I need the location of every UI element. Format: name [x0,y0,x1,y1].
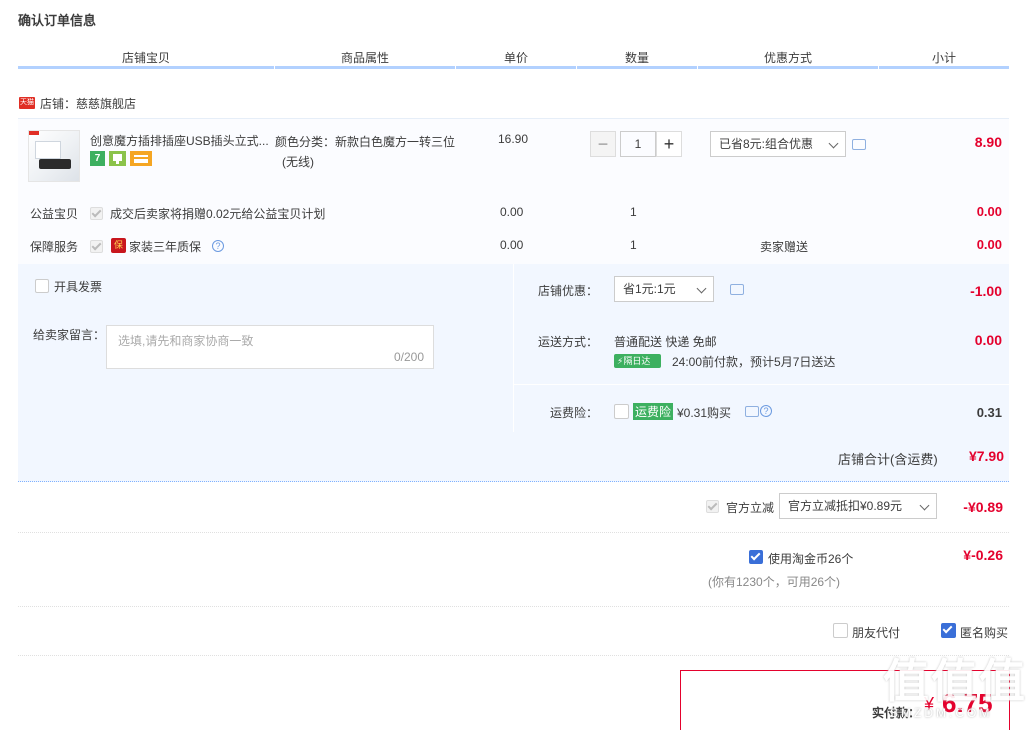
charity-checkbox [90,207,103,220]
shop-discount-value: 省1元:1元 [623,282,676,296]
shop-total-amount: ¥7.90 [968,448,1004,464]
header-sep [274,66,275,69]
charity-price: 0.00 [500,205,524,219]
item-title-link[interactable]: 创意魔方插排插座USB插头立式... [90,132,270,149]
official-discount-value: 官方立减抵扣¥0.89元 [788,499,903,513]
official-discount-label: 官方立减 [726,501,775,515]
warranty-checkbox [90,240,103,253]
charity-qty: 1 [630,205,637,219]
header-sep [455,66,456,69]
coins-checkbox[interactable] [749,550,763,564]
chevron-down-icon [828,138,839,149]
insurance-name: 运费险 [633,403,674,420]
header-attributes: 商品属性 [340,51,389,65]
coins-amount: ¥-0.26 [963,547,1003,563]
chevron-down-icon [696,283,707,294]
insurance-checkbox[interactable] [614,404,629,419]
official-discount-checkbox [706,500,719,513]
divider [514,384,1009,385]
charity-text: 成交后卖家将捐赠0.02元给公益宝贝计划 [110,207,326,221]
next-day-tag: ⚡隔日达 [614,354,661,368]
chat-icon[interactable] [852,139,866,150]
message-label: 给卖家留言： [33,328,106,342]
help-icon[interactable]: ? [760,405,772,417]
divider [18,655,1009,656]
message-counter: 0/200 [393,350,424,364]
official-discount-amount: -¥0.89 [963,499,1003,515]
divider [18,532,1009,533]
warranty-qty: 1 [630,238,637,252]
message-placeholder: 选填,请先和商家协商一致 [118,334,254,348]
insurance-price: ¥0.31购买 [677,406,732,420]
warranty-text: 家装三年质保 [129,240,202,254]
header-discount: 优惠方式 [763,51,812,65]
invoice-label: 开具发票 [54,280,103,294]
qty-decrease-button[interactable]: − [590,131,616,157]
friend-pay-checkbox[interactable] [833,623,848,638]
credit-card-icon [130,151,152,166]
anonymous-label: 匿名购买 [960,626,1009,640]
item-unit-price: 16.90 [498,132,529,146]
anonymous-checkbox[interactable] [941,623,956,638]
next-day-tag-text: 隔日达 [623,356,651,366]
header-sep [576,66,577,69]
help-icon[interactable]: ? [212,240,224,252]
attr-line: (无线) [282,155,314,169]
product-thumbnail[interactable] [28,130,80,182]
warranty-method: 卖家赠送 [760,240,809,254]
friend-pay-label: 朋友代付 [852,626,901,640]
header-unit-price: 单价 [503,51,528,65]
shipping-eta: 24:00前付款，预计5月7日送达 [672,355,836,369]
item-discount-select[interactable]: 已省8元:组合优惠 [710,131,846,157]
message-textarea[interactable]: 选填,请先和商家协商一致 0/200 [106,325,434,369]
shipping-method: 普通配送 快递 免邮 [614,335,717,349]
header-quantity: 数量 [624,51,649,65]
charity-subtotal: 0.00 [976,204,1002,219]
invoice-checkbox[interactable] [35,279,49,293]
tmall-icon: 天猫 [19,97,35,109]
shop-total-label: 店铺合计(含运费) [838,452,938,467]
insurance-label: 运费险： [550,406,599,420]
watermark-url: SMZDM.COM [890,706,993,720]
official-discount-select[interactable]: 官方立减抵扣¥0.89元 [779,493,937,519]
shop-discount-label: 店铺优惠： [538,284,599,298]
header-sep [697,66,698,69]
item-subtotal: 8.90 [974,134,1002,150]
cart-service-icon [109,151,126,166]
warranty-shield-icon: 保 [111,238,126,253]
qty-input[interactable]: 1 [620,131,656,157]
shop-name[interactable]: 店铺：慈慈旗舰店 [40,95,136,112]
header-underline [18,66,1009,69]
seven-day-return-icon: 7 [90,151,105,166]
chat-icon[interactable] [745,406,759,417]
shipping-label: 运送方式： [538,335,599,349]
header-shop-item: 店铺宝贝 [121,51,170,65]
item-attributes: 颜色分类：新款白色魔方一转三位 (无线) [275,132,470,172]
warranty-subtotal: 0.00 [976,237,1002,252]
chat-icon[interactable] [730,284,744,295]
coins-sub: (你有1230个，可用26个) [708,575,841,589]
page-title: 确认订单信息 [18,13,97,28]
qty-increase-button[interactable]: + [656,131,682,157]
chevron-down-icon [919,500,930,511]
divider [18,606,1009,607]
shipping-amount: 0.00 [974,332,1002,348]
header-sep [878,66,879,69]
shop-discount-select[interactable]: 省1元:1元 [614,276,714,302]
insurance-amount: 0.31 [976,405,1002,420]
header-subtotal: 小计 [931,51,956,65]
charity-label: 公益宝贝 [30,207,79,221]
warranty-price: 0.00 [500,238,524,252]
attr-line: 颜色分类：新款白色魔方一转三位 [275,135,456,149]
warranty-label: 保障服务 [30,240,79,254]
shop-discount-amount: -1.00 [970,283,1002,299]
coins-label: 使用淘金币26个 [768,552,854,566]
discount-select-value: 已省8元:组合优惠 [719,137,814,151]
